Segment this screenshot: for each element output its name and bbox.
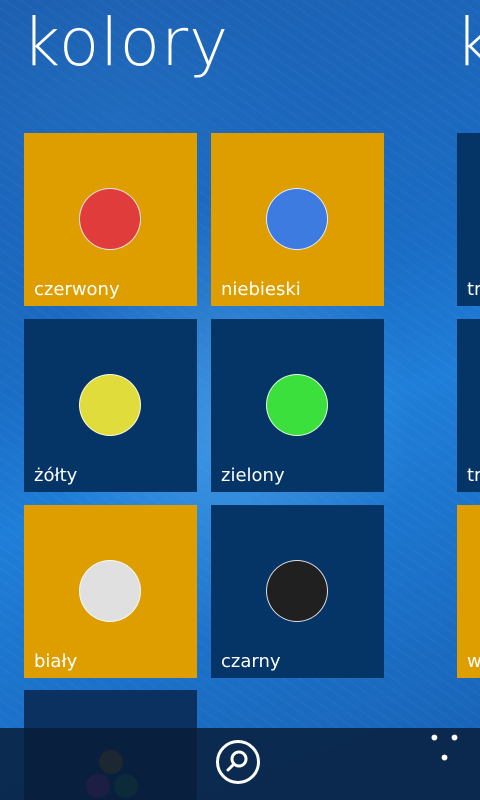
- color-tile-black[interactable]: czarny: [211, 505, 384, 678]
- search-icon: [226, 750, 248, 772]
- search-button[interactable]: [216, 740, 260, 784]
- color-tile-blue[interactable]: niebieski: [211, 133, 384, 306]
- next-panel-tile[interactable]: tr: [457, 133, 480, 306]
- blue-circle-icon: [266, 188, 328, 250]
- tile-label: żółty: [34, 465, 78, 486]
- tile-label: w: [467, 651, 480, 672]
- more-options-button[interactable]: • • •: [427, 728, 463, 768]
- tile-label: czerwony: [34, 279, 120, 300]
- screen: kolory k czerwony niebieski żółty zielon…: [0, 0, 480, 800]
- color-tile-yellow[interactable]: żółty: [24, 319, 197, 492]
- tile-label: tr: [467, 465, 480, 486]
- tile-label: czarny: [221, 651, 281, 672]
- tile-label: niebieski: [221, 279, 301, 300]
- tile-label: zielony: [221, 465, 285, 486]
- color-tile-white[interactable]: biały: [24, 505, 197, 678]
- color-tile-green[interactable]: zielony: [211, 319, 384, 492]
- tile-label: tr: [467, 279, 480, 300]
- color-tile-red[interactable]: czerwony: [24, 133, 197, 306]
- yellow-circle-icon: [79, 374, 141, 436]
- white-circle-icon: [79, 560, 141, 622]
- green-circle-icon: [266, 374, 328, 436]
- tile-label: biały: [34, 651, 78, 672]
- next-panel-tile[interactable]: w: [457, 505, 480, 678]
- next-panel-title: k: [455, 4, 480, 81]
- next-panel-tile[interactable]: tr: [457, 319, 480, 492]
- red-circle-icon: [79, 188, 141, 250]
- black-circle-icon: [266, 560, 328, 622]
- page-title: kolory: [22, 4, 230, 81]
